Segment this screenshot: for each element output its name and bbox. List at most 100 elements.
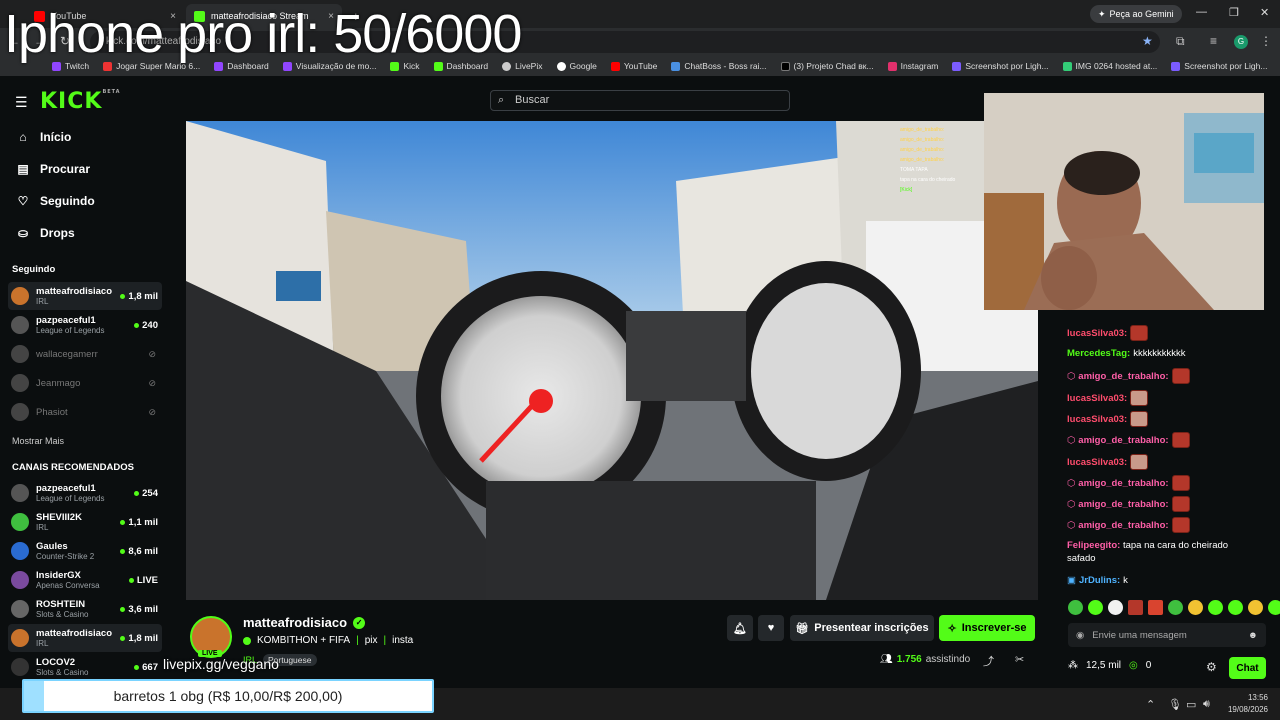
notification-bell-button[interactable]: 🔔︎: [727, 615, 753, 641]
tab-youtube[interactable]: YouTube ×: [26, 4, 184, 28]
bookmark-youtube[interactable]: YouTube: [610, 61, 657, 71]
bookmark-img[interactable]: IMG 0264 hosted at...: [1062, 61, 1157, 71]
bookmark-dashboard-kick[interactable]: Dashboard: [433, 61, 488, 71]
chat-username[interactable]: lucasSilva03:: [1067, 392, 1127, 405]
chat-username[interactable]: MercedesTag:: [1067, 347, 1130, 360]
recommended-channel[interactable]: Gaules Counter-Strike 2 8,6 mil: [8, 537, 162, 565]
chat-message-input[interactable]: ◉ Envie uma mensagem ☻: [1068, 623, 1266, 647]
live-dot: [120, 635, 126, 641]
chat-username[interactable]: JrDulins:: [1079, 574, 1120, 587]
maximize-icon[interactable]: ❐: [1229, 6, 1239, 19]
recommended-channel[interactable]: ROSHTEIN Slots & Casino 3,6 mil: [8, 595, 162, 623]
following-channel[interactable]: wallacegamerr ⊘: [8, 340, 162, 368]
following-channel[interactable]: Jeanmago ⊘: [8, 369, 162, 397]
chat-message: ▣ JrDulins: k: [1067, 574, 1128, 587]
close-tab-icon[interactable]: ×: [328, 11, 334, 22]
emote-icon[interactable]: [1088, 600, 1103, 615]
chat-username[interactable]: amigo_de_trabalho:: [1078, 519, 1168, 532]
bookmark-chatboss[interactable]: ChatBoss - Boss rai...: [671, 61, 767, 71]
network-icon[interactable]: ▭: [1186, 698, 1196, 711]
recommended-channel[interactable]: InsiderGX Apenas Conversa LIVE: [8, 566, 162, 594]
emote-icon[interactable]: [1188, 600, 1203, 615]
chat-username[interactable]: Felipeegito:: [1067, 540, 1120, 551]
chat-settings-gear-icon[interactable]: ⚙: [1206, 660, 1217, 674]
follow-heart-button[interactable]: ♥: [758, 615, 784, 641]
minimize-icon[interactable]: —: [1196, 6, 1207, 18]
emote-icon[interactable]: [1168, 600, 1183, 615]
bookmark-dashboard[interactable]: Dashboard: [214, 61, 269, 71]
nav-inicio[interactable]: ⌂ Início: [16, 127, 71, 147]
nav-procurar[interactable]: ▤ Procurar: [16, 159, 90, 179]
emote-icon[interactable]: [1248, 600, 1263, 615]
video-player[interactable]: amigo_de_trabalho: amigo_de_trabalho: am…: [186, 121, 1038, 600]
media-icon[interactable]: ≡: [1210, 34, 1217, 48]
bookmark-twitch[interactable]: Twitch: [52, 61, 89, 71]
chat-username[interactable]: amigo_de_trabalho:: [1078, 498, 1168, 511]
close-tab-icon[interactable]: ×: [170, 11, 176, 22]
bookmark-star-icon[interactable]: ★: [1142, 34, 1153, 48]
close-window-icon[interactable]: ✕: [1260, 6, 1269, 19]
channel-name[interactable]: matteafrodisiaco: [243, 615, 347, 630]
bookmark-kick[interactable]: Kick: [390, 61, 420, 71]
chat-send-button[interactable]: Chat: [1229, 657, 1266, 679]
address-bar[interactable]: kick.com/matteafrodisiaco: [90, 31, 1160, 53]
menu-dots-icon[interactable]: ⋮: [1260, 34, 1272, 48]
kick-logo[interactable]: KICKBETA: [40, 89, 121, 114]
nav-seguindo[interactable]: ♡ Seguindo: [16, 191, 95, 211]
nav-drops[interactable]: ⛀ Drops: [16, 223, 75, 243]
bookmark-screenshot-2[interactable]: Screenshot por Ligh...: [1171, 61, 1267, 71]
new-tab-button[interactable]: +: [344, 4, 364, 28]
bookmark-visualizacao[interactable]: Visualização de mo...: [282, 61, 376, 71]
recommended-channel[interactable]: LOCOV2 Slots & Casino 667: [8, 653, 162, 681]
clock[interactable]: 13:56 19/08/2026: [1224, 692, 1268, 716]
chat-username[interactable]: lucasSilva03:: [1067, 327, 1127, 340]
emote-icon[interactable]: [1068, 600, 1083, 615]
extensions-icon[interactable]: ⧉: [1176, 34, 1185, 49]
emote-icon[interactable]: [1148, 600, 1163, 615]
bookmark-mario[interactable]: Jogar Super Mario 6...: [103, 61, 200, 71]
emote-icon[interactable]: [1108, 600, 1123, 615]
chat-username[interactable]: amigo_de_trabalho:: [1078, 434, 1168, 447]
live-dot: [120, 606, 126, 612]
reload-icon[interactable]: ↻: [60, 34, 70, 48]
volume-icon[interactable]: 🔊︎: [1203, 698, 1210, 711]
channel-name: Gaules: [36, 541, 68, 552]
gift-subs-button[interactable]: 🎁︎ Presentear inscrições: [790, 615, 934, 641]
bookmark-x[interactable]: (3) Projeto Chad вк...: [780, 61, 874, 71]
emote-icon[interactable]: [1228, 600, 1243, 615]
following-channel[interactable]: Phasiot ⊘: [8, 398, 162, 426]
back-icon[interactable]: ←: [8, 34, 20, 48]
menu-icon[interactable]: ☰: [15, 94, 28, 111]
clip-icon[interactable]: ✂: [1015, 653, 1024, 666]
bookmark-google[interactable]: Google: [556, 61, 597, 71]
chat-username[interactable]: amigo_de_trabalho:: [1078, 370, 1168, 383]
emote-icon[interactable]: [1268, 600, 1280, 615]
chat-username[interactable]: amigo_de_trabalho:: [1078, 477, 1168, 490]
following-channel[interactable]: pazpeaceful1 League of Legends 240: [8, 311, 162, 339]
tab-kick-stream[interactable]: matteafrodisiaco Stream ×: [186, 4, 342, 28]
recommended-channel[interactable]: matteafrodisiaco IRL 1,8 mil: [8, 624, 162, 652]
recommended-channel[interactable]: pazpeaceful1 League of Legends 254: [8, 479, 162, 507]
subscribe-button[interactable]: ✧ Inscrever-se: [939, 615, 1035, 641]
share-icon[interactable]: ⤴: [983, 653, 994, 669]
emote-icon[interactable]: [1208, 600, 1223, 615]
following-channel[interactable]: matteafrodisiaco IRL 1,8 mil: [8, 282, 162, 310]
emoji-icon[interactable]: ☻: [1248, 630, 1258, 641]
chat-message: ⬡ amigo_de_trabalho:: [1067, 517, 1190, 533]
chat-username[interactable]: lucasSilva03:: [1067, 456, 1127, 469]
title-separator: |: [383, 635, 387, 646]
bookmark-screenshot[interactable]: Screenshot por Ligh...: [952, 61, 1049, 71]
emote-icon[interactable]: [1128, 600, 1143, 615]
search-input[interactable]: ⌕ Buscar: [490, 90, 790, 111]
show-more-link[interactable]: Mostrar Mais: [12, 436, 64, 446]
bookmark-livepix[interactable]: LivePix: [502, 61, 543, 71]
microphone-icon[interactable]: 🎙︎: [1168, 698, 1182, 711]
avatar: [11, 629, 29, 647]
chat-username[interactable]: lucasSilva03:: [1067, 413, 1127, 426]
gemini-button[interactable]: ✦ Peça ao Gemini: [1090, 5, 1182, 23]
bookmark-instagram[interactable]: Instagram: [887, 61, 938, 71]
profile-avatar[interactable]: G: [1234, 35, 1248, 49]
recommended-channel[interactable]: SHEVIII2K IRL 1,1 mil: [8, 508, 162, 536]
tray-chevron-icon[interactable]: ⌃: [1146, 698, 1155, 711]
forward-icon[interactable]: →: [34, 34, 46, 48]
